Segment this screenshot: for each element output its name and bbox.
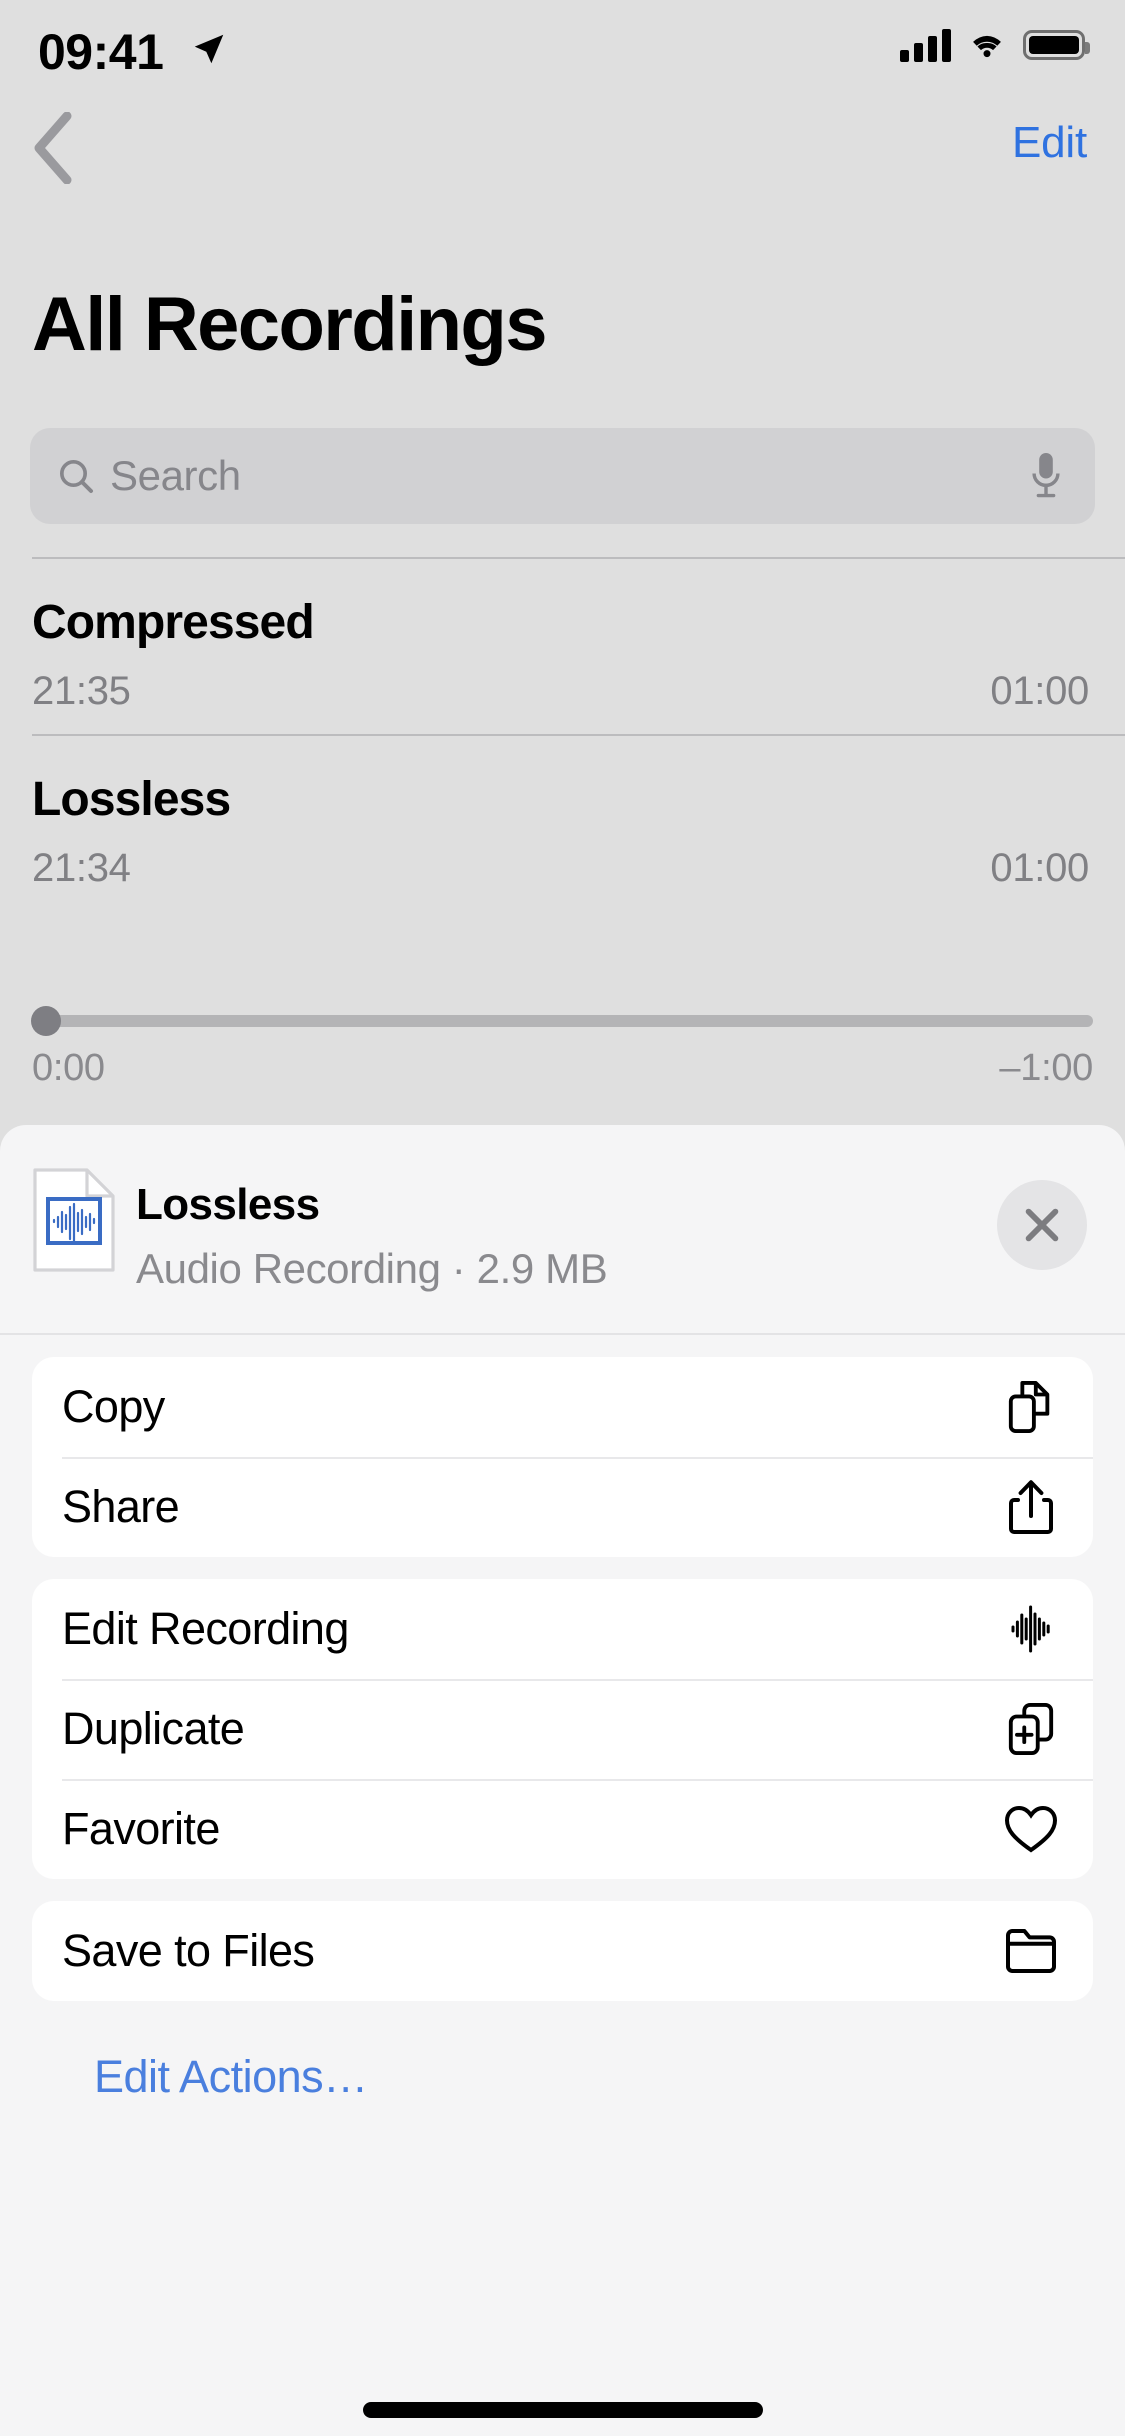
remaining-time-label: –1:00 — [999, 1047, 1093, 1089]
page-title: All Recordings — [32, 282, 548, 367]
action-group: Edit Recording Duplicate Favorite — [32, 1579, 1093, 1879]
share-icon — [1003, 1479, 1059, 1535]
close-icon — [1025, 1208, 1059, 1242]
edit-actions-button[interactable]: Edit Actions… — [32, 2023, 1093, 2103]
share-file-meta: Audio Recording · 2.9 MB — [136, 1245, 608, 1292]
recording-name: Lossless — [32, 773, 231, 826]
action-label: Favorite — [62, 1803, 220, 1854]
share-sheet: Lossless Audio Recording · 2.9 MB Copy S… — [0, 1125, 1125, 2436]
table-row[interactable]: Compressed 21:35 01:00 — [0, 559, 1125, 734]
recording-name: Compressed — [32, 596, 315, 649]
search-field[interactable]: Search — [30, 428, 1095, 524]
search-input[interactable]: Search — [110, 452, 1029, 500]
action-label: Copy — [62, 1381, 165, 1432]
action-duplicate[interactable]: Duplicate — [32, 1679, 1093, 1779]
copy-icon — [1003, 1379, 1059, 1435]
recordings-list: Compressed 21:35 01:00 Lossless 21:34 01… — [0, 557, 1125, 911]
action-label: Share — [62, 1481, 180, 1532]
voice-memos-screen: 09:41 Edit All Recordings Search Compres… — [0, 0, 1125, 2436]
action-copy[interactable]: Copy — [32, 1357, 1093, 1457]
scrubber-times: 0:00 –1:00 — [32, 1047, 1093, 1090]
action-group: Save to Files — [32, 1901, 1093, 2001]
action-save-to-files[interactable]: Save to Files — [32, 1901, 1093, 2001]
action-share[interactable]: Share — [32, 1457, 1093, 1557]
status-bar-indicators — [900, 28, 1090, 62]
waveform-icon — [1003, 1601, 1059, 1657]
audio-document-icon — [33, 1168, 115, 1272]
current-time-label: 0:00 — [32, 1047, 105, 1089]
scrubber-knob[interactable] — [31, 1006, 61, 1036]
edit-button[interactable]: Edit — [1012, 118, 1087, 168]
wifi-icon — [973, 35, 1001, 58]
back-button[interactable] — [18, 110, 88, 186]
action-label: Duplicate — [62, 1703, 245, 1754]
battery-full-icon — [1023, 30, 1090, 60]
location-arrow-icon — [194, 34, 224, 64]
home-indicator — [362, 2402, 763, 2418]
status-bar-time: 09:41 — [38, 24, 164, 80]
status-bar: 09:41 — [0, 0, 1125, 96]
cellular-signal-icon — [900, 28, 951, 62]
search-icon — [60, 460, 93, 493]
action-edit-recording[interactable]: Edit Recording — [32, 1579, 1093, 1679]
share-sheet-header: Lossless Audio Recording · 2.9 MB — [0, 1125, 1125, 1335]
share-file-name: Lossless — [136, 1180, 320, 1229]
folder-icon — [1003, 1923, 1059, 1979]
action-label: Edit Recording — [62, 1603, 349, 1654]
microphone-icon[interactable] — [1029, 450, 1063, 502]
navigation-bar: Edit — [0, 96, 1125, 200]
recording-duration: 01:00 — [990, 846, 1089, 890]
action-label: Save to Files — [62, 1925, 315, 1976]
share-actions: Copy Share Edit Recording Duplicate Favo… — [0, 1335, 1125, 2103]
recording-time: 21:34 — [32, 846, 131, 890]
close-button[interactable] — [997, 1180, 1087, 1270]
recording-time: 21:35 — [32, 669, 131, 713]
recording-duration: 01:00 — [990, 669, 1089, 713]
action-favorite[interactable]: Favorite — [32, 1779, 1093, 1879]
chevron-left-icon — [34, 112, 72, 184]
duplicate-icon — [1003, 1701, 1059, 1757]
action-group: Copy Share — [32, 1357, 1093, 1557]
scrubber-track[interactable] — [31, 1006, 1093, 1036]
table-row[interactable]: Lossless 21:34 01:00 — [0, 736, 1125, 911]
playback-scrubber: 0:00 –1:00 — [0, 1006, 1125, 1090]
heart-icon — [1003, 1801, 1059, 1857]
